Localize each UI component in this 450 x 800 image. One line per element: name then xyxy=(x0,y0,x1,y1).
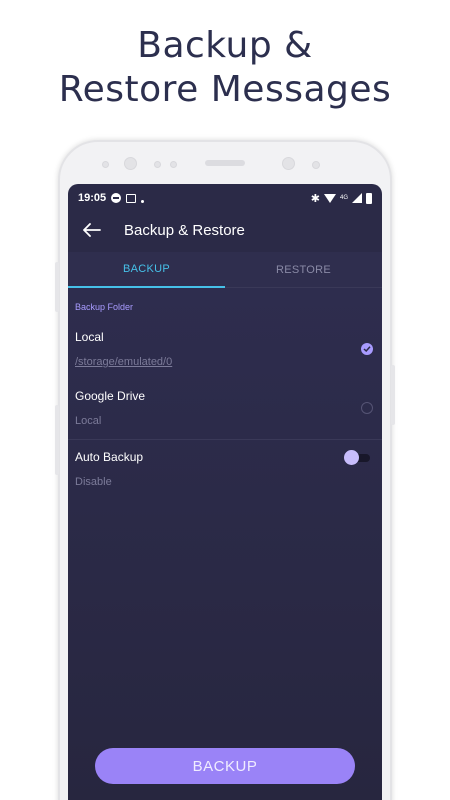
notification-dot-icon xyxy=(141,199,145,203)
phone-sensor xyxy=(170,161,177,168)
page-title: Backup & Restore xyxy=(124,221,245,239)
tab-restore[interactable]: RESTORE xyxy=(225,252,382,288)
promo-line-1: Backup & xyxy=(137,25,313,66)
auto-backup-status: Disable xyxy=(75,476,112,488)
phone-sensor xyxy=(312,161,320,169)
radio-checked-icon[interactable] xyxy=(361,343,373,355)
option-local[interactable]: Local /storage/emulated/0 xyxy=(68,324,382,380)
status-time: 19:05 xyxy=(78,192,107,204)
backup-panel: Backup Folder Local /storage/emulated/0 … xyxy=(68,288,382,800)
tab-backup[interactable]: BACKUP xyxy=(68,252,225,288)
phone-speaker xyxy=(205,160,245,166)
network-type-label: 4G xyxy=(339,195,348,201)
phone-sensor xyxy=(282,157,295,170)
arrow-left-icon[interactable] xyxy=(72,212,112,248)
phone-sensor xyxy=(154,161,161,168)
battery-icon xyxy=(366,192,372,204)
radio-unchecked-icon[interactable] xyxy=(361,402,373,414)
signal-icon xyxy=(352,193,362,203)
promo-line-2: Restore Messages xyxy=(58,69,392,110)
toggle-thumb xyxy=(344,450,359,465)
tab-bar: BACKUP RESTORE xyxy=(68,252,382,288)
section-label: Backup Folder xyxy=(75,302,134,312)
phone-front-camera xyxy=(124,157,137,170)
phone-side-button xyxy=(391,365,395,425)
do-not-disturb-icon xyxy=(111,193,122,203)
wifi-icon xyxy=(323,193,336,203)
auto-backup-row[interactable]: Auto Backup Disable xyxy=(68,444,382,500)
promo-heading: Backup & Restore Messages xyxy=(0,24,450,112)
auto-backup-toggle[interactable] xyxy=(68,444,382,474)
phone-side-button xyxy=(55,405,59,475)
app-screen: 19:05 ✱ 4G Backup & Restore BACKUP RESTO… xyxy=(68,184,382,800)
option-google-drive-name: Google Drive xyxy=(75,389,146,403)
option-local-path: /storage/emulated/0 xyxy=(75,356,173,368)
bluetooth-icon: ✱ xyxy=(310,192,320,205)
option-google-drive-path: Local xyxy=(75,415,102,427)
backup-button[interactable]: BACKUP xyxy=(95,748,355,784)
option-google-drive[interactable]: Google Drive Local xyxy=(68,382,382,438)
image-notification-icon xyxy=(126,193,137,203)
status-bar: 19:05 ✱ 4G xyxy=(68,184,382,212)
phone-side-button xyxy=(55,262,59,312)
phone-sensor xyxy=(102,161,109,168)
divider xyxy=(68,439,382,440)
option-local-name: Local xyxy=(75,330,104,344)
app-bar: Backup & Restore xyxy=(68,212,382,248)
